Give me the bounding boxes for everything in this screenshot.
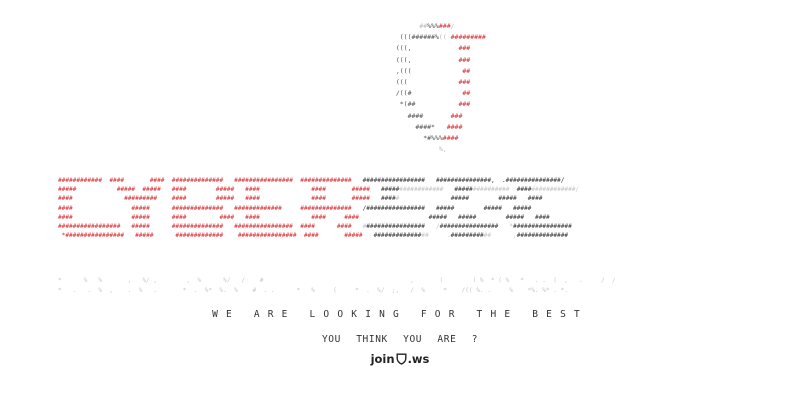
join-link-prefix: join	[370, 352, 395, 366]
shield-ascii-logo: ##%%%###/ (((######%(( ######### (((, ##…	[395, 22, 486, 154]
shield-icon	[396, 353, 407, 368]
ascii-banner: ############ #### #### ############## ##…	[58, 177, 580, 240]
join-link-suffix: .ws	[407, 352, 430, 366]
subline: YOU THINK YOU ARE ?	[321, 334, 479, 345]
tagline: WE ARE LOOKING FOR THE BEST	[212, 309, 588, 320]
join-link[interactable]: join .ws	[0, 352, 800, 368]
ascii-noise: * % % , %/ , , % %/ / # , ( ( % * ( % * …	[58, 277, 616, 294]
